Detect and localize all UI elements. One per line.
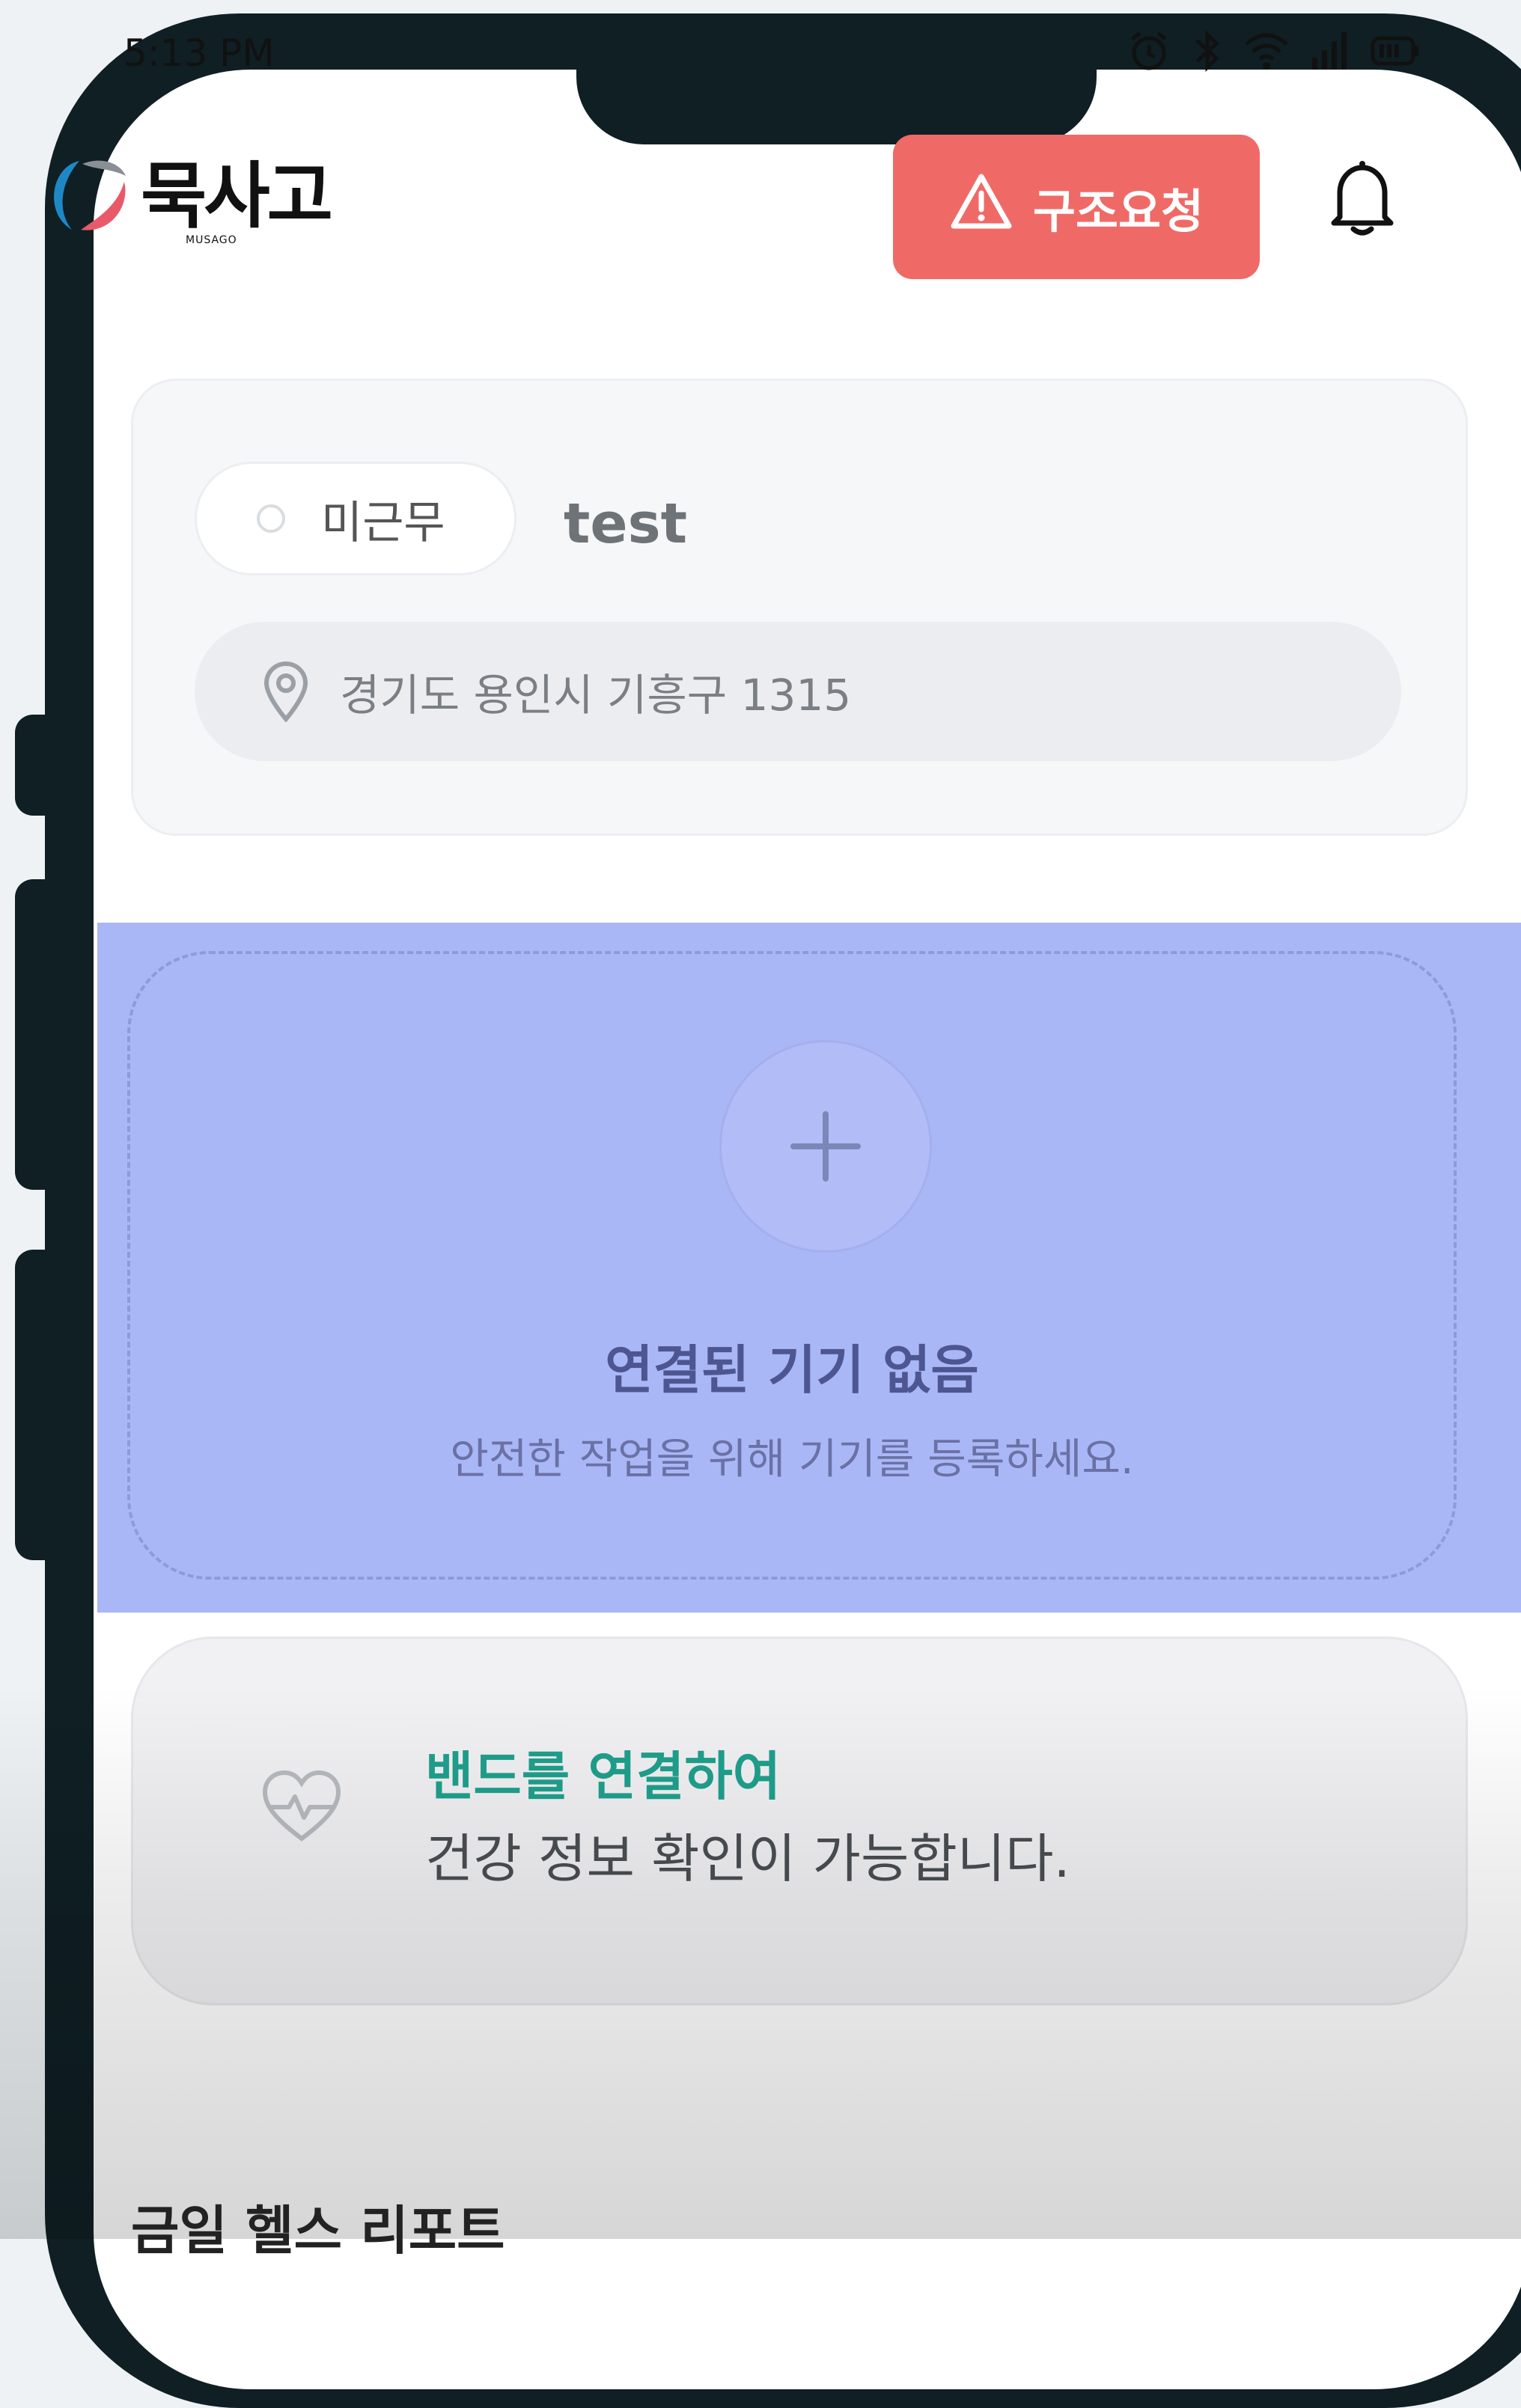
health-report-title: 금일 헬스 리포트 — [131, 2200, 505, 2261]
heart-rate-icon — [260, 1770, 343, 1848]
location-text: 경기도 용인시 기흥구 1315 — [340, 670, 852, 721]
logo-subtext: MUSAGO — [186, 234, 237, 246]
status-dot-icon — [257, 504, 285, 533]
sos-button-label: 구조요청 — [1032, 183, 1204, 239]
warning-icon — [949, 172, 1014, 242]
location-bar: 경기도 용인시 기흥구 1315 — [195, 622, 1401, 761]
status-time: 5:13 PM — [124, 31, 275, 75]
location-pin-icon — [263, 661, 308, 722]
no-device-title: 연결된 기기 없음 — [605, 1339, 979, 1401]
band-connect-card[interactable]: 밴드를 연결하여 건강 정보 확인이 가능합니다. — [131, 1637, 1468, 2005]
status-icons — [1127, 28, 1420, 73]
plus-icon — [790, 1111, 861, 1182]
app-logo: 묵사고 MUSAGO — [36, 146, 333, 246]
worker-name: test — [564, 492, 687, 556]
bluetooth-icon — [1191, 28, 1224, 73]
device-highlight-overlay: 연결된 기기 없음 안전한 작업을 위해 기기를 등록하세요. — [97, 923, 1521, 1613]
alarm-icon — [1127, 28, 1171, 73]
wifi-icon — [1243, 31, 1290, 71]
camera-notch — [576, 70, 1097, 144]
work-status-toggle[interactable]: 미근무 — [195, 462, 516, 575]
logo-text: 묵사고 — [141, 154, 333, 238]
add-device-card[interactable]: 연결된 기기 없음 안전한 작업을 위해 기기를 등록하세요. — [127, 951, 1457, 1580]
band-card-description: 건강 정보 확인이 가능합니다. — [425, 1828, 1070, 1889]
bell-icon[interactable] — [1325, 157, 1400, 242]
signal-icon — [1309, 31, 1351, 71]
battery-icon — [1371, 34, 1420, 67]
no-device-subtitle: 안전한 작업을 위해 기기를 등록하세요. — [450, 1435, 1134, 1484]
logo-mark-icon — [36, 146, 133, 246]
sos-button[interactable]: 구조요청 — [893, 135, 1260, 279]
band-card-title: 밴드를 연결하여 — [425, 1746, 781, 1807]
add-device-button[interactable] — [719, 1040, 932, 1253]
worker-status-card: 미근무 test 경기도 용인시 기흥구 1315 — [131, 379, 1468, 836]
work-status-label: 미근무 — [321, 496, 445, 549]
